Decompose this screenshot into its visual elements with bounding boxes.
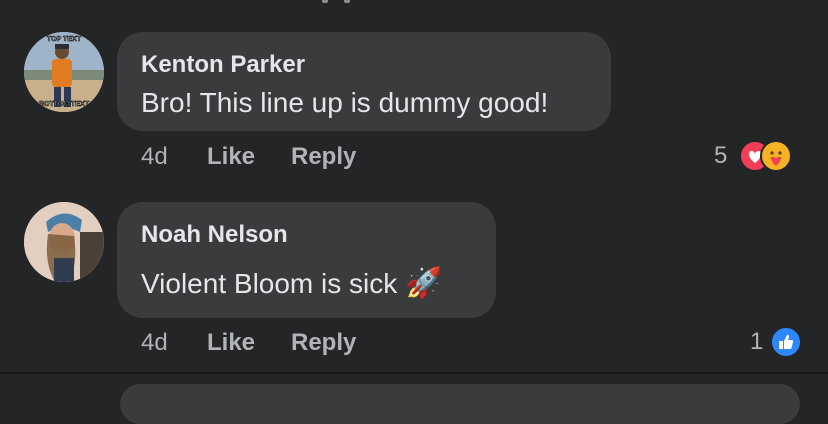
comment-time[interactable]: 4d xyxy=(141,329,168,357)
care-icon xyxy=(760,140,792,172)
comment-text-body: Violent Bloom is sick xyxy=(141,268,398,299)
reply-button[interactable]: Reply xyxy=(291,329,356,357)
reaction-count: 1 xyxy=(750,328,764,355)
avatar[interactable]: TOP TEXT BOTTOM TEXT xyxy=(24,32,104,112)
like-button[interactable]: Like xyxy=(207,329,255,357)
avatar-caption-bottom: BOTTOM TEXT xyxy=(39,101,90,108)
like-button[interactable]: Like xyxy=(207,143,255,171)
comment-text: Bro! This line up is dummy good! xyxy=(141,87,549,118)
comment-author[interactable]: Noah Nelson xyxy=(141,221,288,249)
reaction-summary[interactable]: 5 xyxy=(712,140,812,174)
comment-author[interactable]: Kenton Parker xyxy=(141,51,305,79)
comment-bubble: Kenton Parker Bro! This line up is dummy… xyxy=(117,32,611,131)
avatar-image xyxy=(24,202,104,282)
comment-time[interactable]: 4d xyxy=(141,143,168,171)
comment-text: Violent Bloom is sick 🚀 xyxy=(141,266,442,301)
rocket-emoji: 🚀 xyxy=(405,266,443,301)
reaction-count: 5 xyxy=(714,142,728,169)
like-icon xyxy=(770,326,802,358)
top-scroll-indicator xyxy=(318,0,358,3)
avatar[interactable] xyxy=(24,202,104,282)
avatar-image: TOP TEXT BOTTOM TEXT xyxy=(24,32,104,112)
reply-button[interactable]: Reply xyxy=(291,143,356,171)
reaction-summary[interactable]: 1 xyxy=(748,326,808,360)
comment-bubble: Noah Nelson Violent Bloom is sick 🚀 xyxy=(117,202,496,318)
avatar-caption-top: TOP TEXT xyxy=(47,36,82,43)
comment-input[interactable] xyxy=(120,384,800,424)
